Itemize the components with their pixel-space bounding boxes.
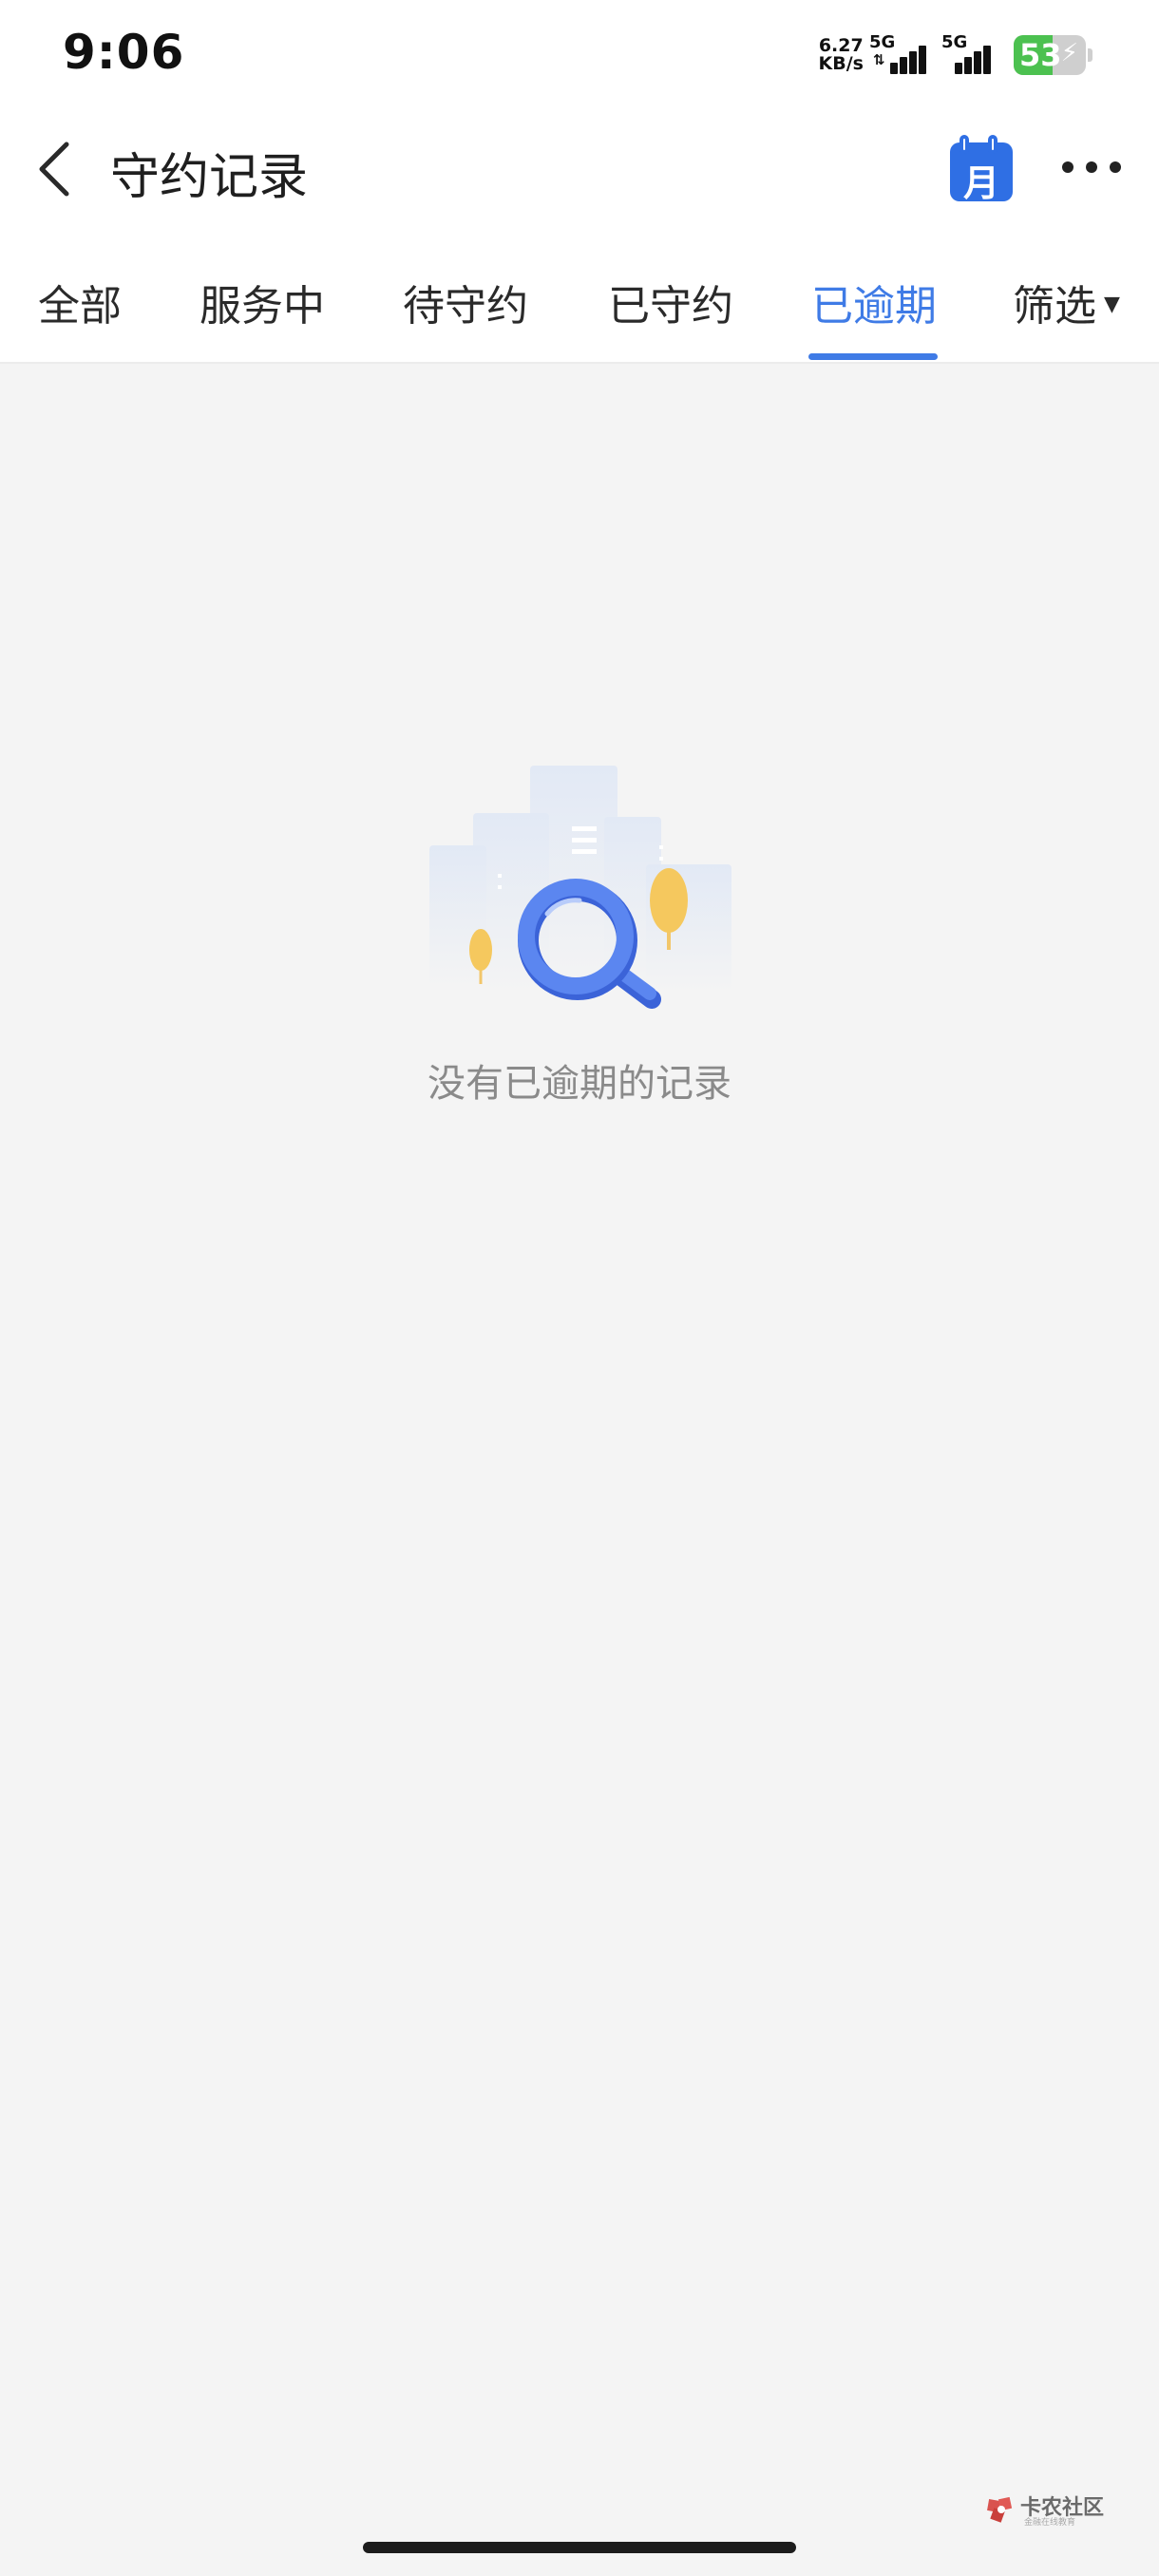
tab-bar: 全部 服务中 待守约 已守约 已逾期 筛选 ▼ (0, 236, 1159, 364)
page-title: 守约记录 (110, 149, 309, 206)
sim2-network-label: 5G (941, 32, 968, 52)
active-tab-indicator (808, 353, 938, 360)
magnifier-city-illustration (429, 766, 732, 1009)
data-activity-icon: ⇅ (873, 51, 885, 68)
tab-overdue[interactable]: 已逾期 (811, 272, 937, 332)
charging-icon: ⚡ (1060, 39, 1078, 67)
battery-level: 53 (1019, 37, 1062, 73)
back-button[interactable] (28, 133, 86, 205)
battery-icon: 53 ⚡ (1014, 35, 1086, 75)
chevron-left-icon (39, 142, 69, 197)
calendar-month-label: 月 (962, 162, 999, 204)
status-time: 9:06 (63, 25, 185, 80)
tab-pending[interactable]: 待守约 (403, 272, 528, 332)
home-indicator[interactable] (363, 2542, 796, 2553)
network-speed-unit: KB/s (818, 53, 864, 74)
tab-kept[interactable]: 已守约 (608, 272, 733, 332)
kanong-logo-icon (987, 2496, 1013, 2523)
caret-down-icon: ▼ (1104, 293, 1120, 316)
sim1-network-label: 5G (869, 32, 896, 52)
watermark: 卡农社区 金融在线教育 (986, 2491, 1119, 2529)
status-bar: 9:06 6.27 KB/s 5G ⇅ 5G 53 ⚡ (0, 0, 1159, 104)
more-horizontal-icon (1062, 161, 1074, 173)
watermark-subtitle: 金融在线教育 (1024, 2518, 1076, 2528)
filter-label: 筛选 (1013, 282, 1096, 331)
nav-bar: 守约记录 月 (0, 104, 1159, 236)
network-speed: 6.27 KB/s (819, 37, 864, 73)
tab-all[interactable]: 全部 (38, 272, 122, 332)
calendar-button[interactable]: 月 (948, 135, 1015, 204)
tab-filter[interactable]: 筛选 ▼ (1013, 272, 1120, 332)
signal-icon-sim1: 5G ⇅ (869, 32, 928, 74)
more-button[interactable] (1058, 148, 1125, 186)
tab-in-service[interactable]: 服务中 (200, 272, 325, 332)
empty-state-message: 没有已逾期的记录 (428, 1062, 732, 1106)
status-indicators: 6.27 KB/s 5G ⇅ 5G 53 ⚡ (819, 32, 1092, 76)
signal-icon-sim2: 5G (941, 32, 1000, 74)
